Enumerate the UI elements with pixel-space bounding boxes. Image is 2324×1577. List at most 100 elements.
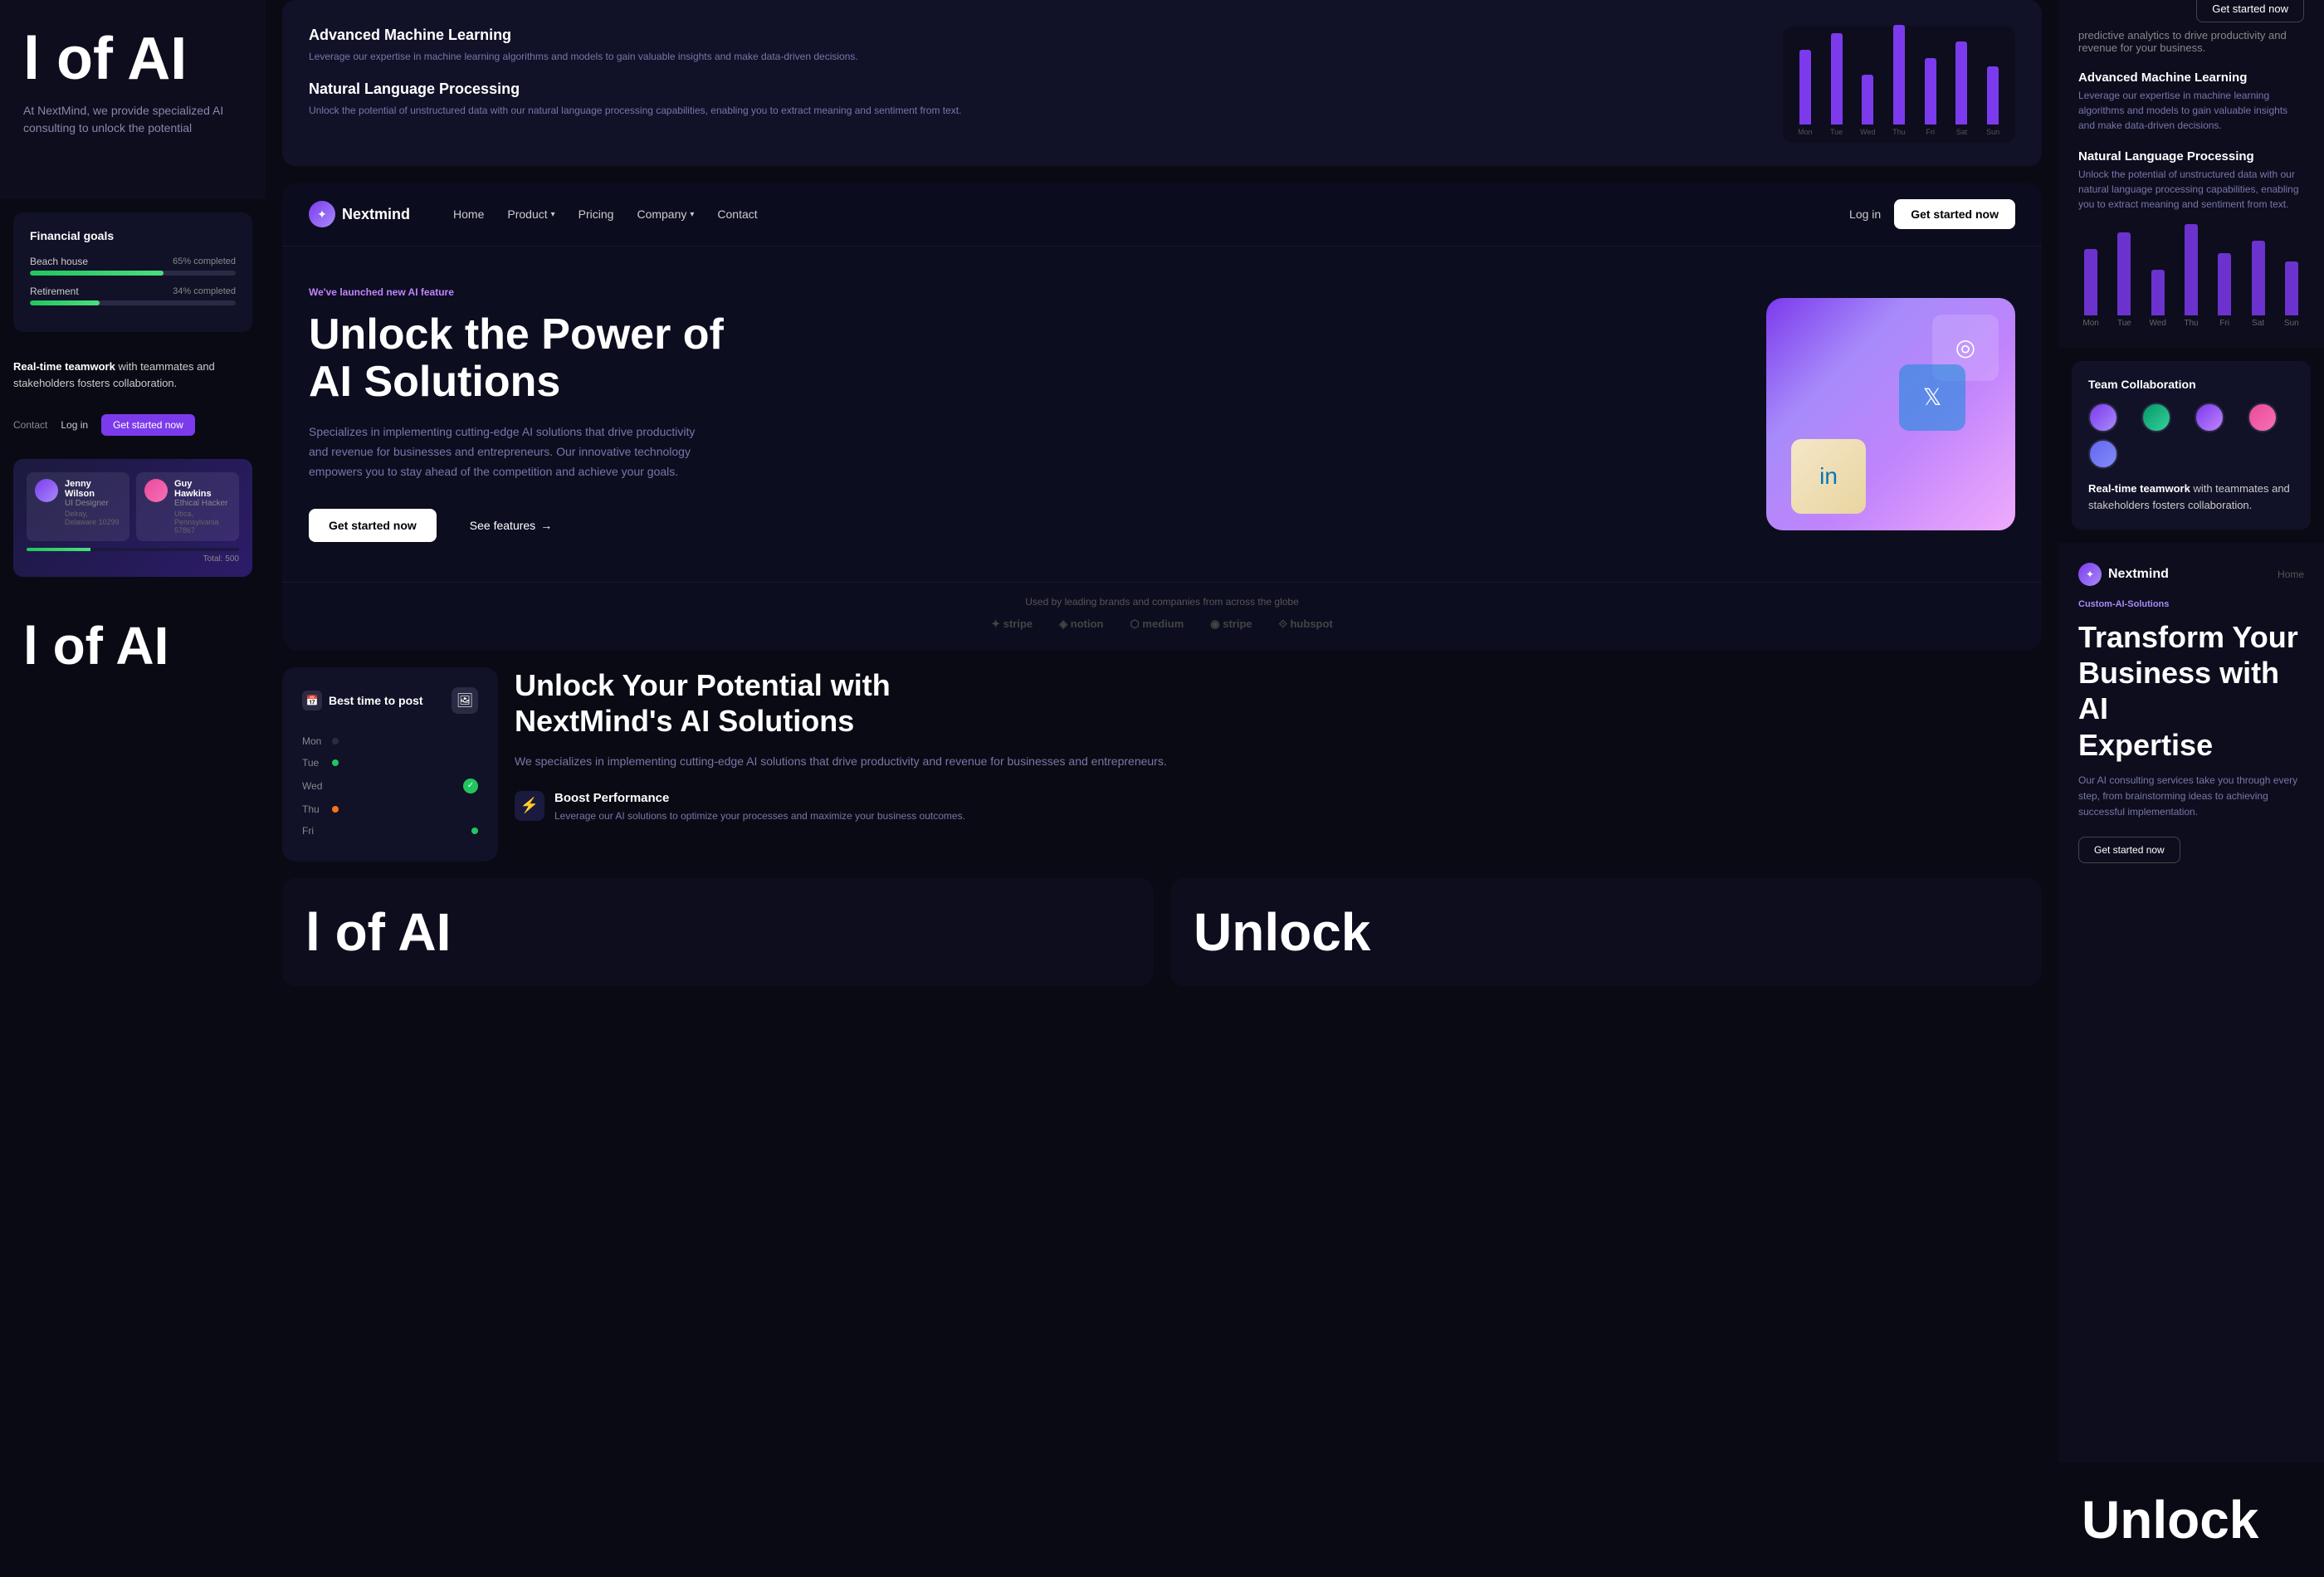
team-collab-card: Team Collaboration Real-time teamwork wi… (2072, 361, 2311, 530)
mini-nav-login[interactable]: Log in (61, 419, 88, 431)
user-name: Guy Hawkins (174, 479, 231, 499)
twitter-icon: 𝕏 (1923, 383, 1942, 411)
image-icon: 🖼 (452, 687, 478, 714)
hero-main-card: ✦ Nextmind Home Product Pricing Company … (282, 183, 2042, 651)
hero-features-button[interactable]: See features → (450, 509, 572, 542)
nav-contact[interactable]: Contact (717, 208, 757, 221)
nav-logo: ✦ Nextmind (309, 201, 410, 227)
brand-logo-1: ✦ stripe (991, 618, 1033, 631)
right-bottom-hero: Unlock (2082, 1489, 2301, 1550)
right-hero-bottom: Unlock (2058, 1462, 2324, 1577)
bar-wed (1862, 75, 1873, 124)
bottom-row: l of AI Unlock (282, 878, 2042, 986)
adv-ml-desc: Leverage our expertise in machine learni… (309, 49, 1756, 64)
bar-mon (2084, 249, 2097, 315)
bottom-section: 📅 Best time to post 🖼 Mon Tue (282, 667, 2042, 862)
bar-fri (2218, 253, 2231, 315)
main-nav: ✦ Nextmind Home Product Pricing Company … (282, 183, 2042, 247)
goal-bar-fill (30, 300, 100, 305)
bar-wed (2151, 270, 2165, 315)
logo-dot: ✦ (2078, 563, 2102, 586)
bar-label-fri: Fri (1926, 128, 1935, 136)
center-bar-chart: Mon Tue Wed Thu (1783, 27, 2015, 143)
collab-teamwork-text: Real-time teamwork with teammates and st… (2088, 481, 2294, 513)
nav-product[interactable]: Product (507, 208, 554, 221)
bottom-right-hero: Unlock (1194, 901, 2019, 963)
nlp-desc: Unlock the potential of unstructured dat… (309, 103, 1756, 118)
day-row-thu: Thu (302, 798, 478, 820)
left-hero-subtitle: At NextMind, we provide specialized AI c… (23, 102, 242, 137)
avatar-2 (2141, 403, 2171, 432)
brand-logo-5: ⟐ hubspot (1279, 618, 1333, 631)
day-label: Thu (302, 803, 325, 815)
bar-mon (1799, 50, 1811, 124)
day-label: Mon (302, 735, 325, 747)
day-label: Fri (302, 825, 325, 837)
bar-sun (1987, 66, 1999, 124)
user-item-jenny: Jenny Wilson UI Designer Delray, Delawar… (27, 472, 129, 541)
goal-bar-bg (30, 300, 236, 305)
nextmind-logo-row: ✦ Nextmind Home (2078, 563, 2304, 586)
bar-fri (1925, 58, 1936, 124)
avatar-5 (2088, 439, 2118, 469)
unlock-section: Unlock Your Potential with NextMind's AI… (515, 667, 2042, 862)
nav-pricing[interactable]: Pricing (579, 208, 614, 221)
boost-feature: ⚡ Boost Performance Leverage our AI solu… (515, 791, 2042, 823)
brand-logo-3: ⬡ medium (1130, 618, 1184, 631)
right-panel-cta[interactable]: Get started now (2078, 837, 2180, 863)
social-proof-text: Used by leading brands and companies fro… (309, 596, 2015, 608)
left-hero-bottom: l of AI (0, 590, 266, 701)
instagram-icon: ◎ (1955, 334, 1975, 361)
bar-sat (1955, 42, 1967, 124)
right-nextmind-card: ✦ Nextmind Home Custom-AI-Solutions Tran… (2058, 543, 2324, 1462)
nlp-title: Natural Language Processing (309, 81, 1756, 98)
hero-cta-button[interactable]: Get started now (309, 509, 437, 542)
twitter-card: 𝕏 (1899, 364, 1965, 431)
bar-thu (1893, 25, 1905, 124)
goal-pct: 34% completed (173, 286, 236, 296)
social-proof: Used by leading brands and companies fro… (282, 582, 2042, 651)
nav-company[interactable]: Company (637, 208, 694, 221)
day-row-wed: Wed ✓ (302, 774, 478, 798)
arrow-icon: → (540, 519, 552, 532)
user-role: UI Designer (65, 499, 121, 508)
right-top-cta[interactable]: Get started now (2196, 0, 2304, 22)
transform-desc: Our AI consulting services take you thro… (2078, 773, 2304, 821)
nav-cta-button[interactable]: Get started now (1894, 199, 2015, 229)
nav-home[interactable]: Home (453, 208, 484, 221)
adv-ml-desc-right: Leverage our expertise in machine learni… (2078, 88, 2304, 133)
avatar-grid (2088, 403, 2294, 469)
hero-illustration: ◎ 𝕏 in (1766, 298, 2015, 530)
teamwork-text: Real-time teamwork with teammates and st… (0, 345, 266, 404)
user-role: Ethical Hacker (174, 499, 231, 508)
left-bottom-hero-title: l of AI (23, 617, 242, 675)
calendar-icon: 📅 (302, 691, 322, 710)
nav-login[interactable]: Log in (1849, 208, 1881, 221)
brand-logos: ✦ stripe ◈ notion ⬡ medium ◉ stripe ⟐ hu… (309, 618, 2015, 631)
nav-logo-dot: ✦ (309, 201, 335, 227)
goal-item-retirement: Retirement 34% completed (30, 286, 236, 305)
avatar-4 (2248, 403, 2278, 432)
mini-nav-cta[interactable]: Get started now (101, 414, 195, 436)
day-row-tue: Tue (302, 752, 478, 774)
avatar-guy (144, 479, 168, 502)
unlock-desc: We specializes in implementing cutting-e… (515, 752, 2042, 770)
linkedin-icon: in (1819, 463, 1838, 490)
avatar-3 (2195, 403, 2224, 432)
avatar-jenny (35, 479, 58, 502)
goal-name: Beach house (30, 256, 88, 267)
bar-sat (2252, 241, 2265, 315)
hero-badge: We've launched new AI feature (309, 286, 1740, 298)
hero-main-desc: Specializes in implementing cutting-edge… (309, 422, 707, 481)
mini-nav-contact[interactable]: Contact (13, 419, 47, 431)
unlock-title: Unlock Your Potential with NextMind's AI… (515, 667, 2042, 739)
bar-label-tue: Tue (1830, 128, 1843, 136)
right-analytics-desc: predictive analytics to drive productivi… (2078, 29, 2304, 54)
user-loc: Delray, Delaware 10299 (65, 510, 121, 526)
nav-logo-text: Nextmind (342, 206, 410, 223)
boost-title: Boost Performance (554, 791, 965, 805)
left-hero-title-partial: l of AI (23, 27, 242, 92)
analytics-features: Advanced Machine Learning Leverage our e… (2078, 71, 2304, 212)
bar-label-mon: Mon (1798, 128, 1813, 136)
bar-label-wed: Wed (1860, 128, 1875, 136)
